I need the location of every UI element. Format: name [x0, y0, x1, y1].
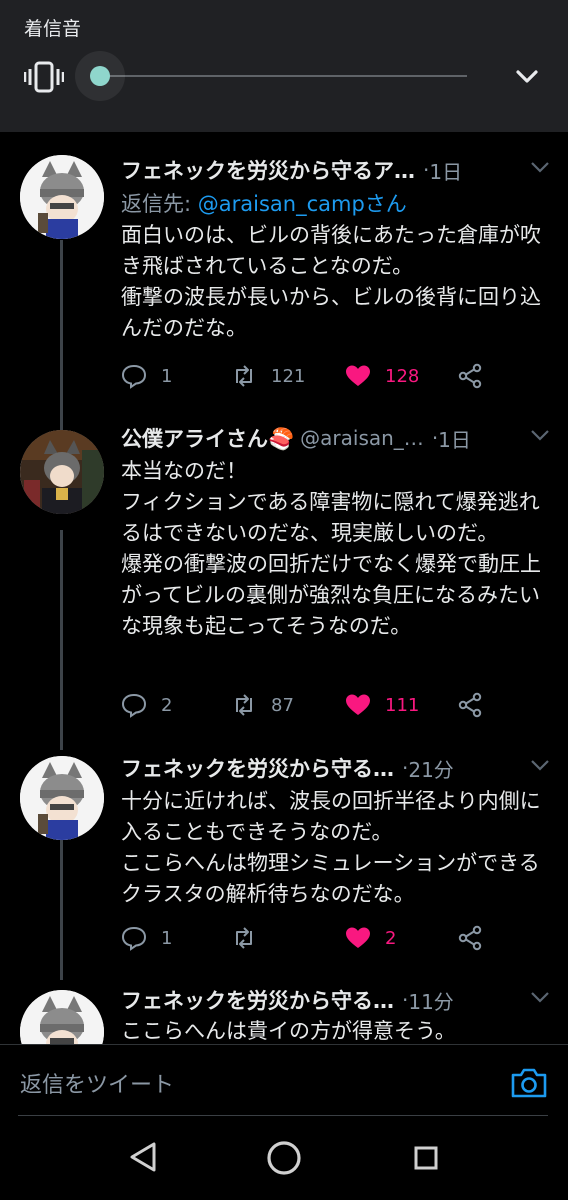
- araisan-avatar-image: [20, 430, 104, 514]
- share-button[interactable]: [457, 923, 497, 953]
- like-count: 2: [385, 927, 397, 949]
- reply-count: 2: [161, 694, 173, 716]
- reply-button[interactable]: 2: [121, 690, 172, 720]
- display-name[interactable]: フェネックを労災から守るア…: [121, 155, 415, 185]
- display-name[interactable]: フェネックを労災から守る…: [121, 985, 394, 1015]
- avatar[interactable]: [20, 430, 104, 514]
- tweet-text: 本当なのだ！ フィクションである障害物に隠れて爆発逃れるはできないのだな、現実厳…: [121, 459, 541, 638]
- reply-icon: [121, 693, 147, 718]
- retweet-count: 121: [271, 365, 306, 387]
- timestamp[interactable]: 1日: [438, 424, 471, 453]
- reply-to-prefix: 返信先:: [121, 192, 198, 216]
- tweet-header: フェネックを労災から守る… · 21分: [121, 752, 551, 784]
- home-icon[interactable]: [265, 1139, 303, 1177]
- reply-composer[interactable]: 返信をツイート: [0, 1044, 568, 1116]
- like-button[interactable]: 128: [345, 361, 419, 391]
- share-icon: [458, 692, 482, 718]
- recents-icon[interactable]: [413, 1145, 439, 1171]
- tweet[interactable]: フェネックを労災から守るア… · 1日 返信先: @araisan_campさん…: [0, 132, 568, 422]
- reply-count: 1: [161, 927, 173, 949]
- like-button[interactable]: 2: [345, 923, 396, 953]
- volume-title: 着信音: [24, 18, 82, 40]
- share-icon: [458, 363, 482, 389]
- tweet-actions: 1 2: [121, 923, 501, 953]
- avatar[interactable]: [20, 155, 104, 239]
- fennec-avatar-image: [20, 155, 104, 239]
- fennec-avatar-image: [20, 990, 104, 1044]
- tweet-text: 面白いのは、ビルの背後にあたった倉庫が吹き飛ばされていることなのだ。 衝撃の波長…: [121, 223, 541, 340]
- like-count: 128: [385, 365, 420, 387]
- chevron-down-icon[interactable]: [529, 758, 551, 772]
- tweet-thread: フェネックを労災から守るア… · 1日 返信先: @araisan_campさん…: [0, 132, 568, 1044]
- chevron-down-icon[interactable]: [512, 64, 542, 90]
- tweet[interactable]: 公僕アライさん🍣 @araisan_… · 1日 本当なのだ！ フィクションであ…: [0, 422, 568, 752]
- display-name[interactable]: 公僕アライさん🍣: [121, 423, 294, 453]
- avatar[interactable]: [20, 756, 104, 840]
- tweet-header: フェネックを労災から守るア… · 1日: [121, 154, 551, 186]
- reply-to-line: 返信先: @araisan_campさん: [121, 188, 407, 218]
- vibrate-icon[interactable]: [24, 60, 64, 94]
- chevron-down-icon[interactable]: [529, 428, 551, 442]
- system-navigation-bar: [0, 1116, 568, 1200]
- share-button[interactable]: [457, 690, 497, 720]
- reply-icon: [121, 364, 147, 389]
- retweet-button[interactable]: 121: [231, 361, 305, 391]
- handle[interactable]: @araisan_…: [300, 426, 424, 450]
- tweet[interactable]: フェネックを労災から守る… · 21分 十分に近ければ、波長の回折半径より内側に…: [0, 752, 568, 982]
- heart-icon: [346, 694, 370, 715]
- retweet-icon: [236, 694, 252, 716]
- display-name[interactable]: フェネックを労災から守る…: [121, 753, 394, 783]
- chevron-down-icon[interactable]: [529, 990, 551, 1004]
- back-icon[interactable]: [128, 1140, 158, 1174]
- camera-icon[interactable]: [510, 1067, 548, 1099]
- chevron-down-icon[interactable]: [529, 160, 551, 174]
- heart-icon: [346, 927, 370, 948]
- retweet-button[interactable]: [231, 923, 271, 953]
- reply-button[interactable]: 1: [121, 361, 172, 391]
- like-button[interactable]: 111: [345, 690, 419, 720]
- like-count: 111: [385, 694, 420, 716]
- tweet-header: フェネックを労災から守る… · 11分: [121, 984, 551, 1016]
- share-button[interactable]: [457, 361, 497, 391]
- reply-to-mention[interactable]: @araisan_campさん: [198, 192, 407, 216]
- volume-slider-thumb[interactable]: [90, 66, 110, 86]
- tweet-text: 十分に近ければ、波長の回折半径より内側に入ることもできそうなのだ。 ここらへんは…: [121, 789, 541, 906]
- fennec-avatar-image: [20, 756, 104, 840]
- volume-slider-track[interactable]: [100, 75, 467, 77]
- tweet-actions: 1 121 128: [121, 361, 501, 391]
- tweet-text: ここらへんは貴イの方が得意そう。: [121, 1019, 456, 1043]
- retweet-button[interactable]: 87: [231, 690, 294, 720]
- retweet-icon: [236, 927, 252, 949]
- screen: 着信音 フェネックを労災から守るア… · 1日 返信先: @araisan_ca…: [0, 0, 568, 1200]
- timestamp[interactable]: 11分: [408, 986, 453, 1015]
- tweet-actions: 2 87 111: [121, 690, 501, 720]
- reply-input[interactable]: 返信をツイート: [20, 1067, 174, 1099]
- retweet-count: 87: [271, 694, 294, 716]
- reply-icon: [121, 926, 147, 951]
- timestamp[interactable]: 21分: [408, 754, 453, 783]
- tweet-header: 公僕アライさん🍣 @araisan_… · 1日: [121, 422, 551, 454]
- avatar[interactable]: [20, 990, 104, 1044]
- volume-panel: 着信音: [0, 0, 568, 132]
- share-icon: [458, 925, 482, 951]
- timestamp[interactable]: 1日: [429, 156, 462, 185]
- retweet-icon: [236, 365, 252, 387]
- tweet[interactable]: フェネックを労災から守る… · 11分 ここらへんは貴イの方が得意そう。: [0, 984, 568, 1044]
- reply-button[interactable]: 1: [121, 923, 172, 953]
- reply-count: 1: [161, 365, 173, 387]
- heart-icon: [346, 365, 370, 386]
